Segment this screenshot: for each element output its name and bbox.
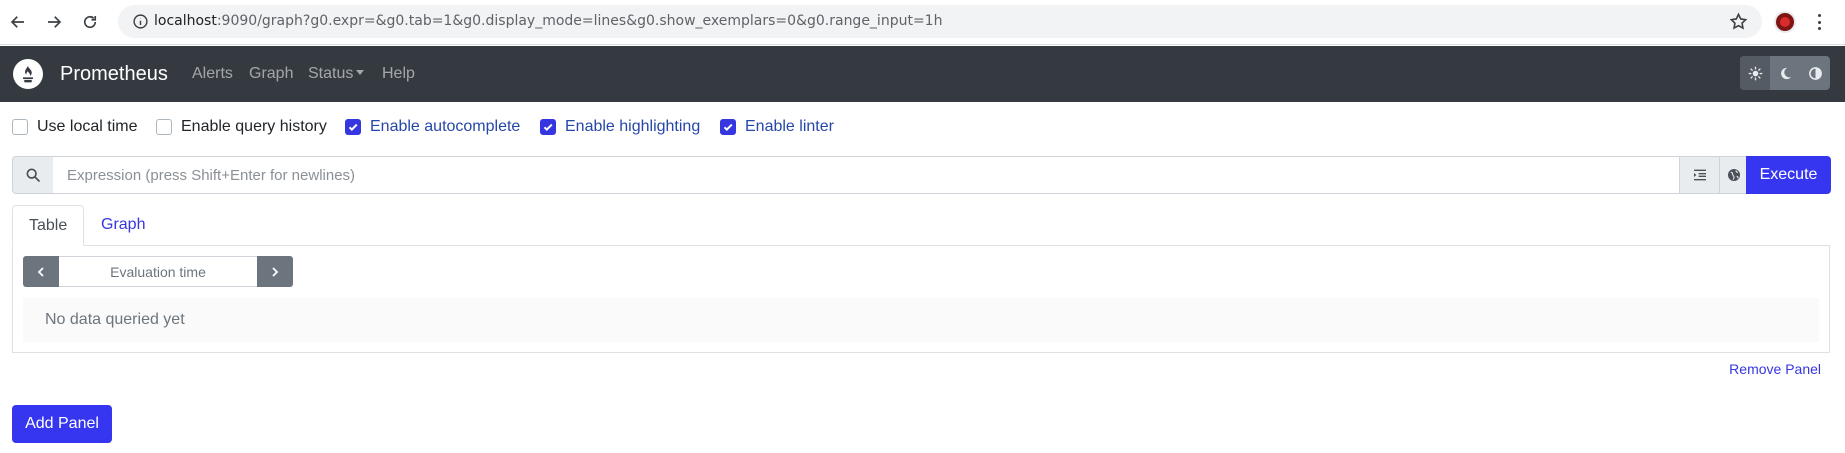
add-panel-button[interactable]: Add Panel: [12, 405, 112, 443]
sun-icon: [1748, 66, 1762, 80]
query-panel: No data queried yet: [12, 245, 1830, 353]
option-enable-autocomplete[interactable]: Enable autocomplete: [345, 117, 520, 137]
site-info-icon[interactable]: [132, 13, 149, 30]
caret-down-icon: [356, 70, 365, 76]
no-data-message: No data queried yet: [23, 298, 1819, 342]
eval-time-back-button[interactable]: [23, 256, 59, 287]
checkbox[interactable]: [540, 119, 556, 135]
checkbox[interactable]: [720, 119, 736, 135]
theme-light-button[interactable]: [1740, 56, 1770, 90]
option-label: Enable highlighting: [565, 118, 701, 135]
moon-icon: [1780, 67, 1791, 79]
metrics-explorer-button[interactable]: [1720, 156, 1747, 194]
nav-graph[interactable]: Graph: [249, 46, 293, 102]
theme-dark-button[interactable]: [1770, 56, 1800, 90]
checkbox[interactable]: [345, 119, 361, 135]
browser-toolbar: localhost:9090/graph?g0.expr=&g0.tab=1&g…: [0, 0, 1845, 45]
url-text[interactable]: localhost:9090/graph?g0.expr=&g0.tab=1&g…: [154, 5, 942, 38]
prometheus-logo-icon[interactable]: [13, 59, 43, 89]
globe-icon: [1727, 169, 1740, 181]
tab-graph[interactable]: Graph: [85, 205, 161, 246]
nav-help[interactable]: Help: [382, 46, 415, 102]
half-circle-icon: [1808, 66, 1822, 80]
option-enable-linter[interactable]: Enable linter: [720, 117, 834, 137]
reload-icon[interactable]: [77, 9, 103, 35]
checkbox[interactable]: [156, 119, 172, 135]
nav-alerts[interactable]: Alerts: [192, 46, 233, 102]
brand-title[interactable]: Prometheus: [60, 46, 168, 102]
evaluation-time-input[interactable]: [59, 256, 257, 287]
chevron-left-icon: [37, 266, 44, 277]
browser-menu-icon[interactable]: [1815, 12, 1823, 32]
option-label: Enable query history: [181, 118, 327, 135]
expression-input[interactable]: [53, 156, 1680, 194]
chevron-right-icon: [272, 266, 279, 277]
option-label: Enable linter: [745, 118, 834, 135]
indent-icon: [1693, 169, 1706, 181]
execute-button[interactable]: Execute: [1746, 156, 1831, 194]
option-label: Enable autocomplete: [370, 118, 521, 135]
address-bar[interactable]: localhost:9090/graph?g0.expr=&g0.tab=1&g…: [118, 5, 1762, 38]
search-icon: [12, 156, 54, 194]
tab-table[interactable]: Table: [12, 205, 84, 246]
option-enable-query-history[interactable]: Enable query history: [156, 117, 327, 137]
checkbox[interactable]: [12, 119, 28, 135]
nav-status-label: Status: [308, 65, 354, 82]
url-path: :9090/graph?g0.expr=&g0.tab=1&g0.display…: [216, 13, 943, 29]
nav-status-dropdown[interactable]: Status: [308, 46, 365, 102]
evaluation-time-control: [23, 256, 293, 287]
option-enable-highlighting[interactable]: Enable highlighting: [540, 117, 700, 137]
theme-toggle-group: [1740, 56, 1830, 90]
bookmark-star-icon[interactable]: [1729, 12, 1748, 31]
url-host: localhost: [154, 13, 217, 29]
option-label: Use local time: [37, 118, 138, 135]
eval-time-forward-button[interactable]: [257, 256, 293, 287]
remove-panel-link[interactable]: Remove Panel: [1729, 361, 1821, 377]
option-use-local-time[interactable]: Use local time: [12, 117, 137, 137]
app-navbar: Prometheus Alerts Graph Status Help: [0, 46, 1845, 102]
forward-icon[interactable]: [41, 9, 67, 35]
theme-auto-button[interactable]: [1800, 56, 1830, 90]
format-expression-button[interactable]: [1680, 156, 1720, 194]
back-icon[interactable]: [5, 9, 31, 35]
expression-bar: Execute: [12, 156, 1831, 194]
profile-avatar[interactable]: [1774, 11, 1796, 33]
